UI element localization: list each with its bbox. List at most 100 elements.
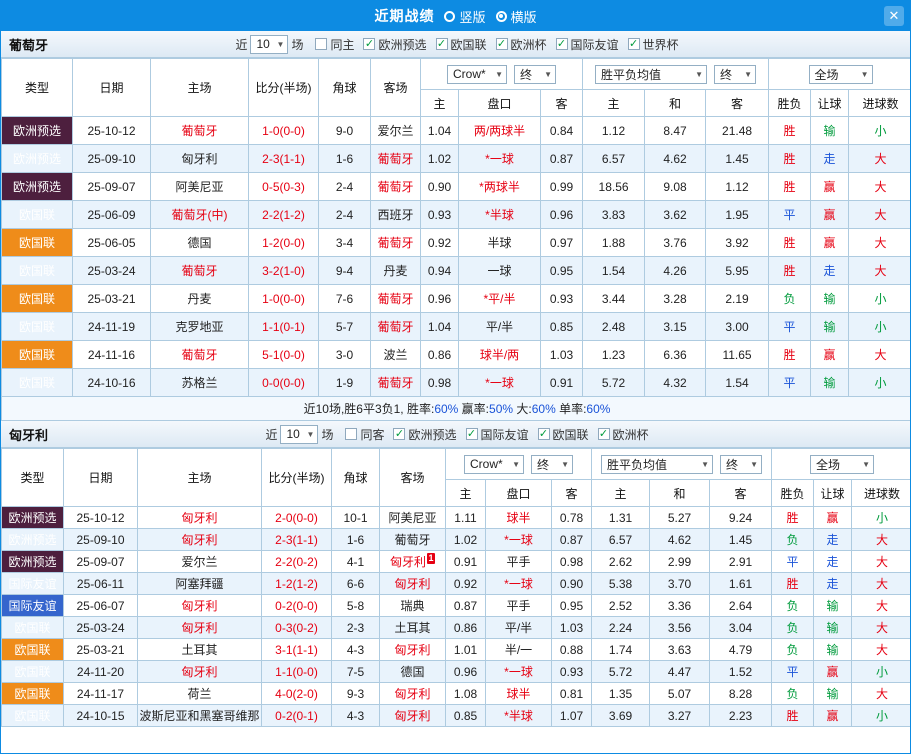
avg-draw-odds: 6.36	[645, 341, 706, 369]
avg-time-select[interactable]: 终▼	[714, 65, 756, 84]
home-team: 苏格兰	[151, 369, 249, 397]
home-odds: 0.96	[446, 661, 486, 683]
result-goals: 大	[852, 551, 911, 573]
home-team: 爱尔兰	[138, 551, 262, 573]
home-team: 匈牙利	[138, 507, 262, 529]
match-score: 3-1(1-1)	[262, 639, 332, 661]
fulltime-select[interactable]: 全场▼	[809, 65, 873, 84]
corner-score: 3-0	[319, 341, 371, 369]
avg-away-odds: 3.92	[706, 229, 769, 257]
match-count-select[interactable]: 10▼	[280, 425, 318, 444]
result-handicap: 输	[814, 617, 852, 639]
match-count-select[interactable]: 10▼	[250, 35, 288, 54]
avg-time-select[interactable]: 终▼	[720, 455, 762, 474]
avg-home-odds: 5.38	[592, 573, 650, 595]
col-corners: 角球	[332, 449, 380, 507]
result-handicap: 赢	[814, 661, 852, 683]
checked-checkbox[interactable]: ✓	[393, 428, 405, 440]
checked-checkbox[interactable]: ✓	[628, 38, 640, 50]
away-team: 阿美尼亚	[380, 507, 446, 529]
games-label: 场	[321, 426, 333, 443]
checked-checkbox[interactable]: ✓	[436, 38, 448, 50]
result-goals: 小	[849, 117, 911, 145]
result-handicap: 输	[811, 313, 849, 341]
col-type: 类型	[2, 449, 64, 507]
competition-badge: 欧洲预选	[2, 145, 73, 173]
bookmaker-select[interactable]: Crow*▼	[447, 65, 507, 84]
avg-home-odds: 18.56	[583, 173, 645, 201]
unchecked-checkbox[interactable]	[315, 38, 327, 50]
checked-checkbox[interactable]: ✓	[466, 428, 478, 440]
home-odds: 0.86	[446, 617, 486, 639]
result-goals: 小	[852, 705, 911, 727]
summary-text: 单率:	[556, 402, 587, 416]
handicap: *一球	[459, 369, 541, 397]
away-odds: 0.93	[552, 661, 592, 683]
result-goals: 大	[849, 229, 911, 257]
avg-away-odds: 2.64	[710, 595, 772, 617]
home-odds: 0.94	[421, 257, 459, 285]
match-score: 3-2(1-0)	[249, 257, 319, 285]
home-team: 克罗地亚	[151, 313, 249, 341]
col-avg-home: 主	[592, 480, 650, 507]
handicap: *一球	[486, 529, 552, 551]
avg-draw-odds: 4.32	[645, 369, 706, 397]
odds-time-select[interactable]: 终▼	[531, 455, 573, 474]
competition-badge: 欧国联	[2, 369, 73, 397]
away-team: 瑞典	[380, 595, 446, 617]
corner-score: 6-6	[332, 573, 380, 595]
match-score: 0-2(0-0)	[262, 595, 332, 617]
away-team: 葡萄牙	[371, 229, 421, 257]
radio-vertical-layout[interactable]: 竖版	[444, 7, 485, 26]
corner-score: 2-4	[319, 201, 371, 229]
odds-time-select[interactable]: 终▼	[514, 65, 556, 84]
col-away: 客场	[380, 449, 446, 507]
bookmaker-select[interactable]: Crow*▼	[464, 455, 524, 474]
fulltime-select[interactable]: 全场▼	[810, 455, 874, 474]
away-team: 葡萄牙	[371, 369, 421, 397]
unchecked-checkbox[interactable]	[345, 428, 357, 440]
away-odds: 0.95	[552, 595, 592, 617]
result-handicap: 走	[811, 257, 849, 285]
result-goals: 大	[852, 573, 911, 595]
checked-checkbox[interactable]: ✓	[538, 428, 550, 440]
competition-badge: 欧国联	[2, 639, 64, 661]
checked-checkbox[interactable]: ✓	[363, 38, 375, 50]
checked-checkbox[interactable]: ✓	[496, 38, 508, 50]
away-odds: 0.99	[541, 173, 583, 201]
radio-label: 竖版	[459, 7, 485, 26]
home-team: 匈牙利	[138, 529, 262, 551]
away-odds: 0.85	[541, 313, 583, 341]
result-handicap: 赢	[811, 173, 849, 201]
col-away: 客场	[371, 59, 421, 117]
match-date: 25-06-07	[64, 595, 138, 617]
result-wdl: 平	[772, 551, 814, 573]
avg-odds-select[interactable]: 胜平负均值▼	[595, 65, 707, 84]
home-odds: 0.92	[446, 573, 486, 595]
match-date: 25-09-10	[73, 145, 151, 173]
close-icon[interactable]: ✕	[884, 6, 904, 26]
avg-odds-select[interactable]: 胜平负均值▼	[601, 455, 713, 474]
home-odds: 0.96	[421, 285, 459, 313]
radio-horizontal-layout[interactable]: 横版	[496, 7, 537, 26]
match-row: 欧洲预选25-09-10匈牙利2-3(1-1)1-6葡萄牙1.02*一球0.87…	[2, 145, 911, 173]
result-handicap: 赢	[814, 507, 852, 529]
result-handicap: 输	[811, 369, 849, 397]
chevron-down-icon: ▼	[861, 70, 869, 79]
checked-checkbox[interactable]: ✓	[598, 428, 610, 440]
result-goals: 小	[849, 369, 911, 397]
handicap: *平/半	[459, 285, 541, 313]
handicap: 平/半	[486, 617, 552, 639]
competition-badge: 欧国联	[2, 285, 73, 313]
result-wdl: 平	[769, 369, 811, 397]
checked-checkbox[interactable]: ✓	[556, 38, 568, 50]
result-goals: 大	[852, 683, 911, 705]
match-row: 欧国联25-03-21丹麦1-0(0-0)7-6葡萄牙0.96*平/半0.933…	[2, 285, 911, 313]
away-team: 爱尔兰	[371, 117, 421, 145]
match-row: 欧国联25-03-24匈牙利0-3(0-2)2-3土耳其0.86平/半1.032…	[2, 617, 911, 639]
competition-badge: 欧国联	[2, 341, 73, 369]
result-goals: 小	[849, 285, 911, 313]
radio-icon	[444, 11, 455, 22]
avg-draw-odds: 9.08	[645, 173, 706, 201]
avg-home-odds: 5.72	[583, 369, 645, 397]
